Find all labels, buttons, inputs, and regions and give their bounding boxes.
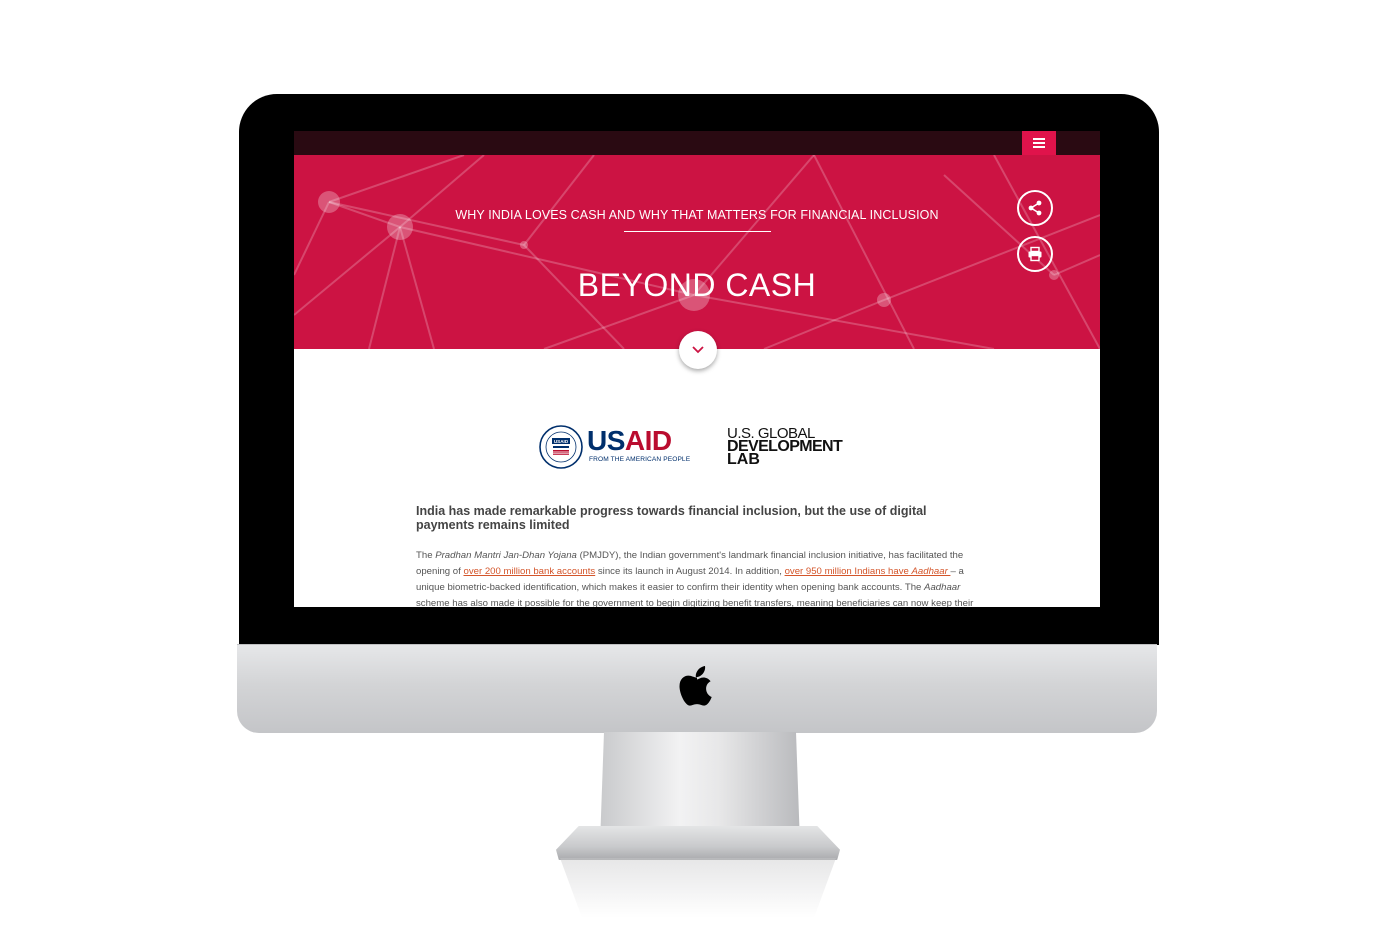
usaid-seal-icon: USAID — [539, 425, 583, 469]
aadhaar-link-italic: Aadhaar — [911, 566, 951, 577]
page-title: BEYOND CASH — [577, 267, 817, 303]
article-lead: India has made remarkable progress towar… — [416, 504, 927, 532]
usaid-word-red: AID — [624, 425, 672, 456]
usaid-word-blue: US — [587, 425, 625, 456]
para-italic: Pradhan Mantri Jan-Dhan Yojana — [435, 550, 577, 561]
browser-screen: WHY INDIA LOVES CASH AND WHY THAT MATTER… — [294, 131, 1100, 607]
share-icon — [1028, 200, 1042, 216]
seal-label: USAID — [554, 439, 569, 444]
hamburger-menu-icon — [1033, 138, 1045, 148]
print-button[interactable] — [1017, 236, 1053, 272]
network-background-graphic — [294, 155, 1100, 349]
chevron-down-icon — [692, 346, 704, 354]
subtitle-divider — [624, 231, 771, 232]
monitor-stand-base — [556, 826, 840, 860]
para-italic: Aadhaar — [924, 582, 961, 593]
print-icon — [1028, 246, 1042, 262]
partner-logos: USAID USAID FROM THE AMERICAN PEOPLE U.S… — [539, 425, 859, 473]
share-button[interactable] — [1017, 190, 1053, 226]
usaid-tagline: FROM THE AMERICAN PEOPLE — [589, 456, 691, 463]
top-nav-bar — [294, 131, 1100, 155]
page-subtitle: WHY INDIA LOVES CASH AND WHY THAT MATTER… — [455, 208, 939, 222]
para-text: since its launch in August 2014. In addi… — [595, 566, 785, 577]
para-text: The — [416, 550, 436, 561]
global-development-lab-logo: U.S. GLOBAL DEVELOPMENT LAB — [727, 426, 843, 468]
scroll-down-button[interactable] — [679, 331, 717, 369]
bank-accounts-link[interactable]: over 200 million bank accounts — [463, 566, 595, 577]
menu-button[interactable] — [1022, 131, 1056, 155]
usaid-wordmark: USAID — [587, 425, 672, 457]
monitor-stand-reflection — [560, 858, 836, 918]
article-paragraph: The Pradhan Mantri Jan-Dhan Yojana (PMJD… — [416, 548, 978, 607]
hero-banner: WHY INDIA LOVES CASH AND WHY THAT MATTER… — [294, 155, 1100, 349]
aadhaar-link[interactable]: over 950 million Indians have Aadhaar — [785, 566, 951, 577]
apple-logo-icon — [679, 666, 712, 706]
aadhaar-link-text: over 950 million Indians have — [784, 566, 912, 577]
para-text: scheme has also made it possible for the… — [416, 598, 974, 607]
